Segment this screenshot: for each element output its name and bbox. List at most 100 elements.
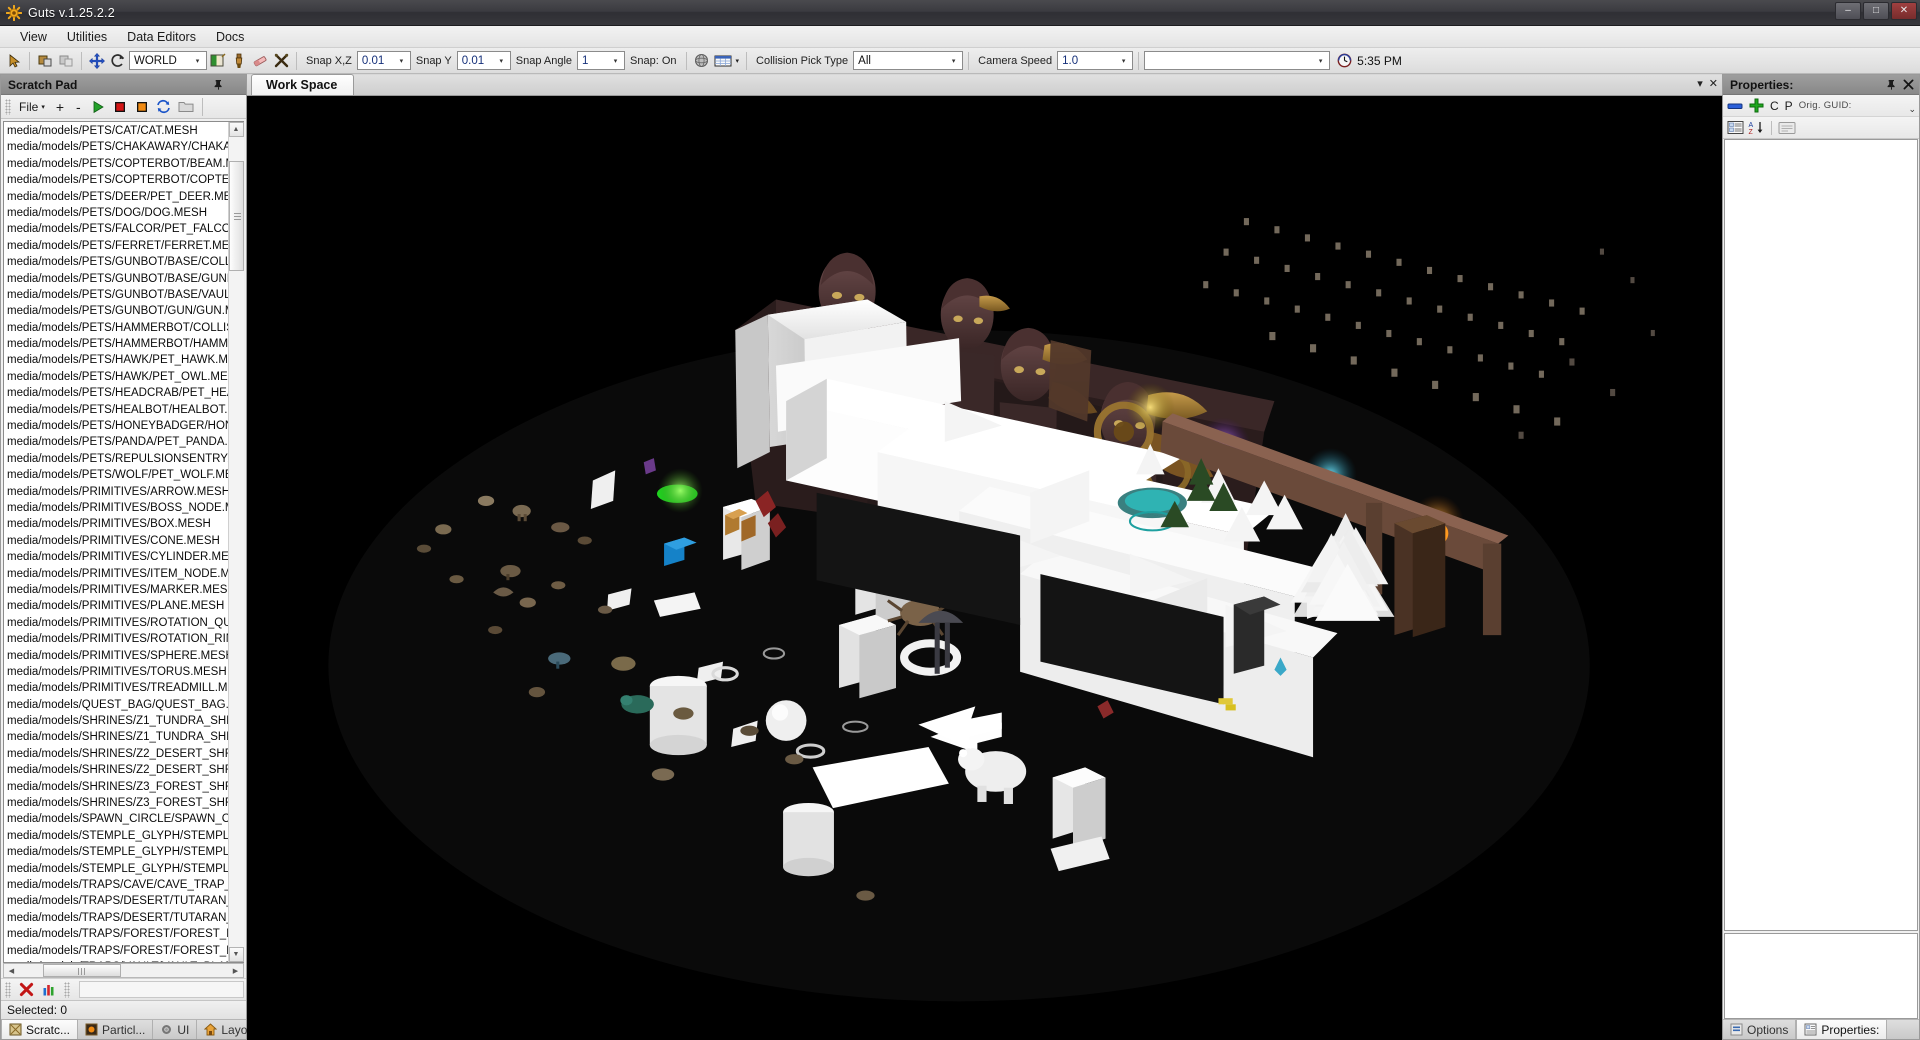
close-icon[interactable]: [1900, 77, 1916, 93]
list-item[interactable]: media/models/PETS/HAMMERBOT/COLLISI: [5, 320, 228, 336]
list-item[interactable]: media/models/SHRINES/Z1_TUNDRA_SHRI: [5, 729, 228, 745]
list-item[interactable]: media/models/PRIMITIVES/SPHERE.MESH: [5, 648, 228, 664]
list-item[interactable]: media/models/PRIMITIVES/PLANE.MESH: [5, 598, 228, 614]
list-item[interactable]: media/models/PETS/REPULSIONSENTRY/S: [5, 451, 228, 467]
list-item[interactable]: media/models/PETS/CAT/CAT.MESH: [5, 123, 228, 139]
add-button[interactable]: +: [51, 99, 69, 115]
list-item[interactable]: media/models/PRIMITIVES/ARROW.MESH: [5, 484, 228, 500]
red-x-icon[interactable]: [16, 980, 36, 1000]
stop-orange-icon[interactable]: [132, 97, 152, 117]
close-button[interactable]: ✕: [1891, 2, 1917, 20]
list-item[interactable]: media/models/PRIMITIVES/BOSS_NODE.ME: [5, 500, 228, 516]
list-item[interactable]: media/models/PETS/COPTERBOT/COPTER.: [5, 172, 228, 188]
list-item[interactable]: media/models/TRAPS/FOREST/FOREST_M: [5, 926, 228, 942]
vertical-scroll-thumb[interactable]: [228, 161, 244, 271]
list-item[interactable]: media/models/PETS/COPTERBOT/BEAM.ME: [5, 156, 228, 172]
list-item[interactable]: media/models/PETS/DOG/DOG.MESH: [5, 205, 228, 221]
list-item[interactable]: media/models/PETS/HAMMERBOT/HAMMEF: [5, 336, 228, 352]
list-item[interactable]: media/models/PRIMITIVES/ITEM_NODE.ME: [5, 566, 228, 582]
minus-blue-icon[interactable]: [1727, 100, 1743, 112]
list-item[interactable]: media/models/TRAPS/DESERT/TUTARAN_T: [5, 893, 228, 909]
camera-speed-combo[interactable]: 1.0 ▾: [1057, 51, 1134, 70]
list-item[interactable]: media/models/PETS/PANDA/PET_PANDA.M: [5, 434, 228, 450]
refresh-icon[interactable]: [154, 97, 174, 117]
menu-view[interactable]: View: [10, 27, 57, 47]
tab-work-space[interactable]: Work Space: [251, 74, 355, 95]
menu-data-editors[interactable]: Data Editors: [117, 27, 206, 47]
properties-grid[interactable]: [1724, 139, 1918, 931]
list-item[interactable]: media/models/STEMPLE_GLYPH/STEMPLE_: [5, 828, 228, 844]
list-item[interactable]: media/models/PRIMITIVES/TREADMILL.MES: [5, 680, 228, 696]
horizontal-scroll-track[interactable]: [19, 964, 228, 977]
maximize-button[interactable]: □: [1863, 2, 1889, 20]
clock-widget[interactable]: 5:35 PM: [1331, 53, 1402, 68]
collision-pick-combo[interactable]: All ▾: [853, 51, 964, 70]
scroll-left-button[interactable]: ◀: [4, 964, 19, 977]
list-item[interactable]: media/models/SPAWN_CIRCLE/SPAWN_CIF: [5, 811, 228, 827]
extra-combo[interactable]: ▾: [1144, 51, 1331, 70]
list-item[interactable]: media/models/PETS/HEALBOT/HEALBOT.M: [5, 402, 228, 418]
list-item[interactable]: media/models/PETS/CHAKAWARY/CHAKAW: [5, 139, 228, 155]
cursor-icon[interactable]: [4, 51, 24, 71]
file-list-vertical-scrollbar[interactable]: ▲ ▼: [228, 122, 244, 962]
list-item[interactable]: media/models/TRAPS/CAVE/CAVE_TRAP_B: [5, 877, 228, 893]
toolbar-grip[interactable]: [64, 981, 70, 998]
grid-icon[interactable]: [713, 51, 733, 71]
snap-xz-combo[interactable]: 0.01 ▾: [356, 51, 411, 70]
move-icon[interactable]: [87, 51, 107, 71]
list-item[interactable]: media/models/SHRINES/Z1_TUNDRA_SHRI: [5, 713, 228, 729]
list-item[interactable]: media/models/PRIMITIVES/ROTATION_QUA: [5, 615, 228, 631]
scratch-pad-input-field[interactable]: [79, 981, 244, 998]
menu-docs[interactable]: Docs: [206, 27, 254, 47]
list-item[interactable]: media/models/PETS/FERRET/FERRET.MES: [5, 238, 228, 254]
list-item[interactable]: media/models/TRAPS/VAULT/VAULT_BLADI: [5, 959, 228, 962]
coordinate-space-combo[interactable]: WORLD ▾: [129, 51, 207, 70]
list-item[interactable]: media/models/SHRINES/Z2_DESERT_SHRII: [5, 762, 228, 778]
list-item[interactable]: media/models/SHRINES/Z3_FOREST_SHRI: [5, 795, 228, 811]
list-item[interactable]: media/models/STEMPLE_GLYPH/STEMPLE_: [5, 844, 228, 860]
list-item[interactable]: media/models/PRIMITIVES/CYLINDER.MESH: [5, 549, 228, 565]
copy-button[interactable]: C: [1770, 99, 1779, 113]
sphere-icon[interactable]: [692, 51, 712, 71]
3d-viewport[interactable]: [247, 96, 1722, 1040]
tab-ui[interactable]: UI: [153, 1020, 198, 1039]
rotate-icon[interactable]: [108, 51, 128, 71]
tab-scratch-pad[interactable]: Scratc...: [1, 1019, 79, 1039]
file-list-horizontal-scrollbar[interactable]: ◀ ▶: [3, 963, 244, 978]
list-item[interactable]: media/models/SHRINES/Z2_DESERT_SHRII: [5, 746, 228, 762]
list-item[interactable]: media/models/PETS/HEADCRAB/PET_HEAD: [5, 385, 228, 401]
paste-button[interactable]: P: [1785, 99, 1793, 113]
scroll-right-button[interactable]: ▶: [228, 964, 243, 977]
tab-particles[interactable]: Particl...: [78, 1020, 154, 1039]
property-pages-icon[interactable]: [1778, 121, 1796, 135]
list-item[interactable]: media/models/PETS/GUNBOT/BASE/COLLID: [5, 254, 228, 270]
group-icon[interactable]: [35, 51, 55, 71]
scissors-x-icon[interactable]: [271, 51, 291, 71]
stop-red-icon[interactable]: [110, 97, 130, 117]
scroll-down-button[interactable]: ▼: [228, 947, 244, 962]
eraser-icon[interactable]: [250, 51, 270, 71]
list-item[interactable]: media/models/TRAPS/FOREST/FOREST_M: [5, 943, 228, 959]
chart-icon[interactable]: [39, 980, 59, 1000]
list-item[interactable]: media/models/STEMPLE_GLYPH/STEMPLE_: [5, 861, 228, 877]
tab-options[interactable]: Options: [1723, 1020, 1797, 1039]
toolbar-grip[interactable]: [5, 981, 11, 998]
list-item[interactable]: media/models/PETS/HONEYBADGER/HONE: [5, 418, 228, 434]
list-item[interactable]: media/models/PRIMITIVES/ROTATION_RIN(: [5, 631, 228, 647]
ungroup-icon[interactable]: [56, 51, 76, 71]
remove-button[interactable]: -: [71, 99, 86, 115]
list-item[interactable]: media/models/PRIMITIVES/CONE.MESH: [5, 533, 228, 549]
plus-green-icon[interactable]: [1749, 98, 1764, 113]
list-item[interactable]: media/models/PETS/HAWK/PET_OWL.MESH: [5, 369, 228, 385]
pin-icon[interactable]: [1883, 77, 1899, 93]
list-item[interactable]: media/models/PRIMITIVES/BOX.MESH: [5, 516, 228, 532]
close-icon[interactable]: close-icon: [227, 77, 243, 93]
list-item[interactable]: media/models/PETS/GUNBOT/BASE/GUNB(: [5, 271, 228, 287]
list-item[interactable]: media/models/PETS/WOLF/PET_WOLF.MES: [5, 467, 228, 483]
pin-icon[interactable]: [210, 77, 226, 93]
paint-bucket-icon[interactable]: [208, 51, 228, 71]
alpha-sort-icon[interactable]: A Z: [1748, 120, 1765, 135]
list-item[interactable]: media/models/PETS/HAWK/PET_HAWK.MES: [5, 352, 228, 368]
snap-angle-combo[interactable]: 1 ▾: [577, 51, 626, 70]
file-menu-button[interactable]: File ▾: [15, 99, 49, 115]
